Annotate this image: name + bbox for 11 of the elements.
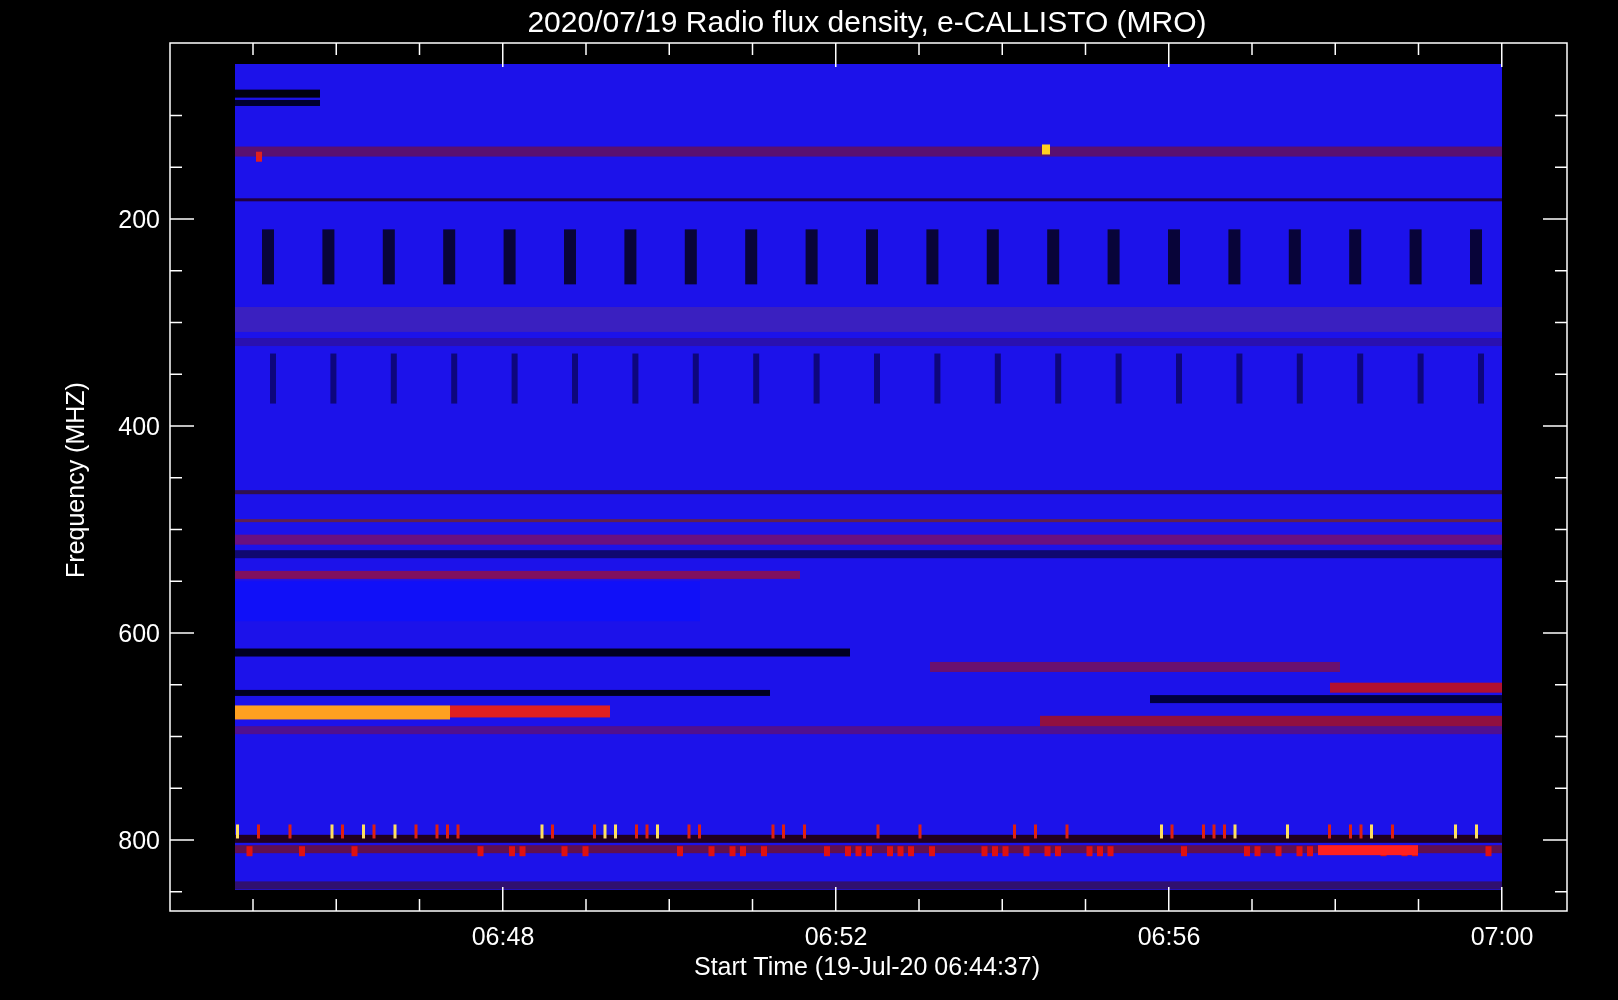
y-axis-label: Frequency (MHZ) xyxy=(61,382,89,578)
y-tick-label: 400 xyxy=(118,412,160,440)
chart-title: 2020/07/19 Radio flux density, e-CALLISTO (MRO) xyxy=(527,5,1207,38)
x-axis-label: Start Time (19-Jul-20 06:44:37) xyxy=(694,952,1040,980)
x-tick-label: 06:56 xyxy=(1137,922,1201,950)
y-tick-label: 200 xyxy=(118,205,160,233)
x-tick-label: 06:48 xyxy=(471,922,535,950)
x-tick-label: 06:52 xyxy=(804,922,868,950)
y-tick-label: 800 xyxy=(118,826,160,854)
y-tick-label: 600 xyxy=(118,619,160,647)
x-tick-label: 07:00 xyxy=(1470,922,1534,950)
